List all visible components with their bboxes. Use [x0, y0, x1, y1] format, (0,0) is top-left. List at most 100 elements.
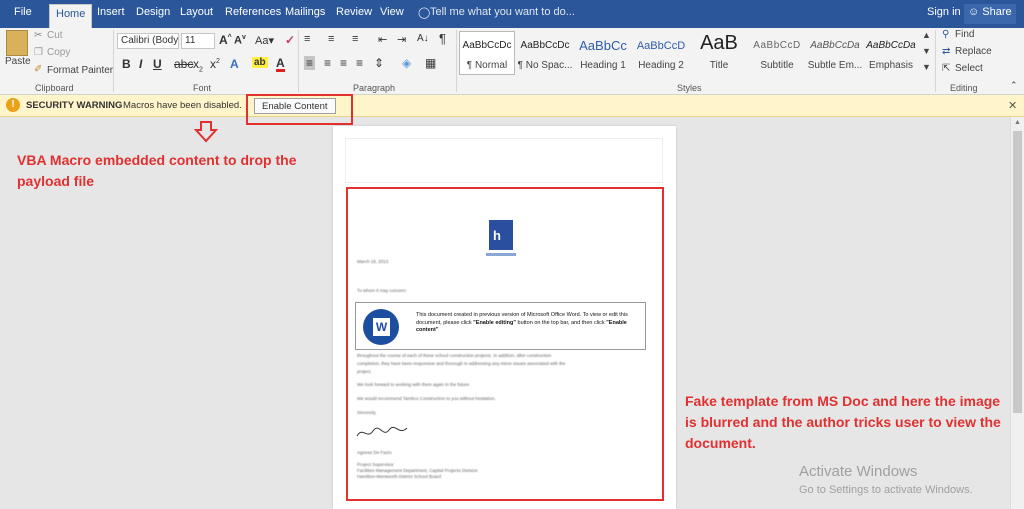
replace-icon: ⇄ — [942, 46, 951, 57]
style-name: Emphasis — [869, 60, 913, 71]
search-icon: ⚲ — [942, 29, 950, 40]
tab-insert[interactable]: Insert — [97, 6, 125, 18]
style-heading-1[interactable]: AaBbCc Heading 1 — [574, 32, 632, 76]
clipboard-group-label: Clipboard — [35, 83, 74, 93]
justify-icon[interactable]: ≡ — [356, 56, 363, 70]
styles-scroll-up-icon[interactable]: ▲ — [922, 30, 931, 40]
line-spacing-icon[interactable]: ⇕ — [374, 56, 384, 70]
shading-icon[interactable]: ◈ — [402, 56, 411, 70]
bullets-icon[interactable]: ≡ — [304, 33, 310, 45]
brush-icon: ✐ — [34, 64, 43, 75]
numbering-icon[interactable]: ≡ — [328, 33, 334, 45]
styles-scroll-down-icon[interactable]: ▼ — [922, 46, 931, 56]
style-normal[interactable]: AaBbCcDc ¶ Normal — [458, 32, 516, 76]
style-preview: AaBbCc — [579, 38, 627, 53]
style-heading-2[interactable]: AaBbCcD Heading 2 — [632, 32, 690, 76]
font-group-label: Font — [193, 83, 212, 93]
activate-windows-subtitle: Go to Settings to activate Windows. — [799, 484, 973, 496]
style-name: Subtitle — [760, 60, 794, 71]
vertical-scrollbar[interactable]: ▲ — [1010, 117, 1024, 509]
multilevel-list-icon[interactable]: ≡ — [352, 33, 358, 45]
italic-icon[interactable]: I — [139, 57, 142, 71]
borders-icon[interactable]: ▦ — [425, 56, 436, 70]
grow-font-icon[interactable]: A^ — [219, 33, 232, 47]
replace-button[interactable]: Replace — [955, 46, 992, 57]
divider — [298, 30, 299, 92]
styles-group-label: Styles — [677, 83, 702, 93]
select-icon: ⇱ — [942, 63, 951, 74]
bold-icon[interactable]: B — [122, 57, 131, 71]
style-name: ¶ No Spac... — [517, 60, 573, 71]
divider — [935, 30, 936, 92]
scissors-icon: ✂ — [34, 30, 43, 41]
share-button[interactable]: ☺ Share — [964, 4, 1016, 24]
subscript-icon[interactable]: x2 — [193, 57, 203, 73]
styles-more-icon[interactable]: ▼ — [922, 62, 931, 72]
copy-icon: ❐ — [34, 47, 43, 58]
tell-me-search[interactable]: Tell me what you want to do... — [430, 6, 575, 18]
enable-content-highlight-box — [246, 94, 353, 125]
decrease-indent-icon[interactable]: ⇤ — [378, 33, 387, 46]
find-button[interactable]: Find — [955, 29, 974, 40]
superscript-icon[interactable]: x2 — [210, 57, 220, 71]
tab-view[interactable]: View — [380, 6, 404, 18]
paste-button[interactable]: Paste — [5, 56, 31, 67]
tab-review[interactable]: Review — [336, 6, 372, 18]
tab-design[interactable]: Design — [136, 6, 170, 18]
align-left-icon[interactable]: ≡ — [304, 56, 316, 70]
style-preview: AaBbCcD — [636, 40, 686, 52]
paste-icon[interactable] — [6, 30, 28, 56]
text-effects-icon[interactable]: A — [230, 57, 239, 71]
tab-mailings[interactable]: Mailings — [285, 6, 325, 18]
close-icon[interactable]: ✕ — [1008, 99, 1017, 112]
format-painter-button[interactable]: Format Painter — [47, 65, 113, 76]
tab-file[interactable]: File — [14, 6, 32, 18]
highlight-icon[interactable]: ab — [252, 57, 268, 68]
style-name: ¶ Normal — [466, 60, 508, 71]
style-name: Heading 2 — [638, 60, 684, 71]
ribbon-home: Paste ✂ Cut ❐ Copy ✐ Format Painter Clip… — [0, 28, 1024, 95]
annotation-fake-template: Fake template from MS Doc and here the i… — [685, 393, 1001, 451]
sort-icon[interactable]: A↓ — [417, 33, 429, 44]
copy-button[interactable]: Copy — [47, 47, 70, 58]
page-header-region — [345, 138, 663, 183]
align-right-icon[interactable]: ≡ — [340, 56, 347, 70]
tab-layout[interactable]: Layout — [180, 6, 213, 18]
select-button[interactable]: Select — [955, 63, 983, 74]
align-center-icon[interactable]: ≡ — [324, 56, 331, 70]
style-subtitle[interactable]: AaBbCcD Subtitle — [748, 32, 806, 76]
clear-formatting-icon[interactable]: ✓ — [285, 33, 295, 47]
paragraph-group-label: Paragraph — [353, 83, 396, 93]
strikethrough-icon[interactable]: abc — [174, 57, 193, 71]
tab-home[interactable]: Home — [49, 4, 93, 28]
shrink-font-icon[interactable]: Av — [234, 34, 246, 47]
tab-references[interactable]: References — [225, 6, 281, 18]
underline-icon[interactable]: U — [153, 57, 162, 71]
lightbulb-icon: ◯ — [418, 7, 431, 19]
show-hide-icon[interactable]: ¶ — [439, 31, 446, 46]
editing-group-label: Editing — [950, 83, 978, 93]
font-size-select[interactable]: 11 — [181, 33, 215, 49]
style-no-spacing[interactable]: AaBbCcDc ¶ No Spac... — [516, 32, 574, 76]
style-preview: AaBbCcD — [753, 40, 801, 51]
increase-indent-icon[interactable]: ⇥ — [397, 33, 406, 46]
font-family-select[interactable]: Calibri (Body) — [117, 33, 179, 49]
divider — [113, 30, 114, 92]
collapse-ribbon-icon[interactable]: ⌃ — [1010, 80, 1018, 91]
style-emphasis[interactable]: AaBbCcDa Emphasis — [862, 32, 920, 76]
fake-template-highlight-box — [346, 187, 664, 501]
style-name: Title — [709, 60, 729, 71]
person-icon: ☺ — [968, 6, 980, 18]
change-case-icon[interactable]: Aa▾ — [255, 34, 274, 47]
cut-button[interactable]: Cut — [47, 30, 63, 41]
ribbon-tab-bar: File Home Insert Design Layout Reference… — [0, 0, 1024, 28]
style-subtle-emphasis[interactable]: AaBbCcDa Subtle Em... — [806, 32, 864, 76]
scrollbar-thumb[interactable] — [1013, 131, 1022, 413]
font-color-icon[interactable]: A — [276, 57, 285, 72]
style-title[interactable]: AaB Title — [690, 32, 748, 76]
sign-in-link[interactable]: Sign in — [927, 6, 961, 18]
scroll-up-icon[interactable]: ▲ — [1014, 119, 1021, 126]
security-warning-bar: ! SECURITY WARNING Macros have been disa… — [0, 95, 1024, 117]
style-preview: AaBbCcDa — [866, 40, 916, 51]
share-label: Share — [982, 6, 1012, 18]
